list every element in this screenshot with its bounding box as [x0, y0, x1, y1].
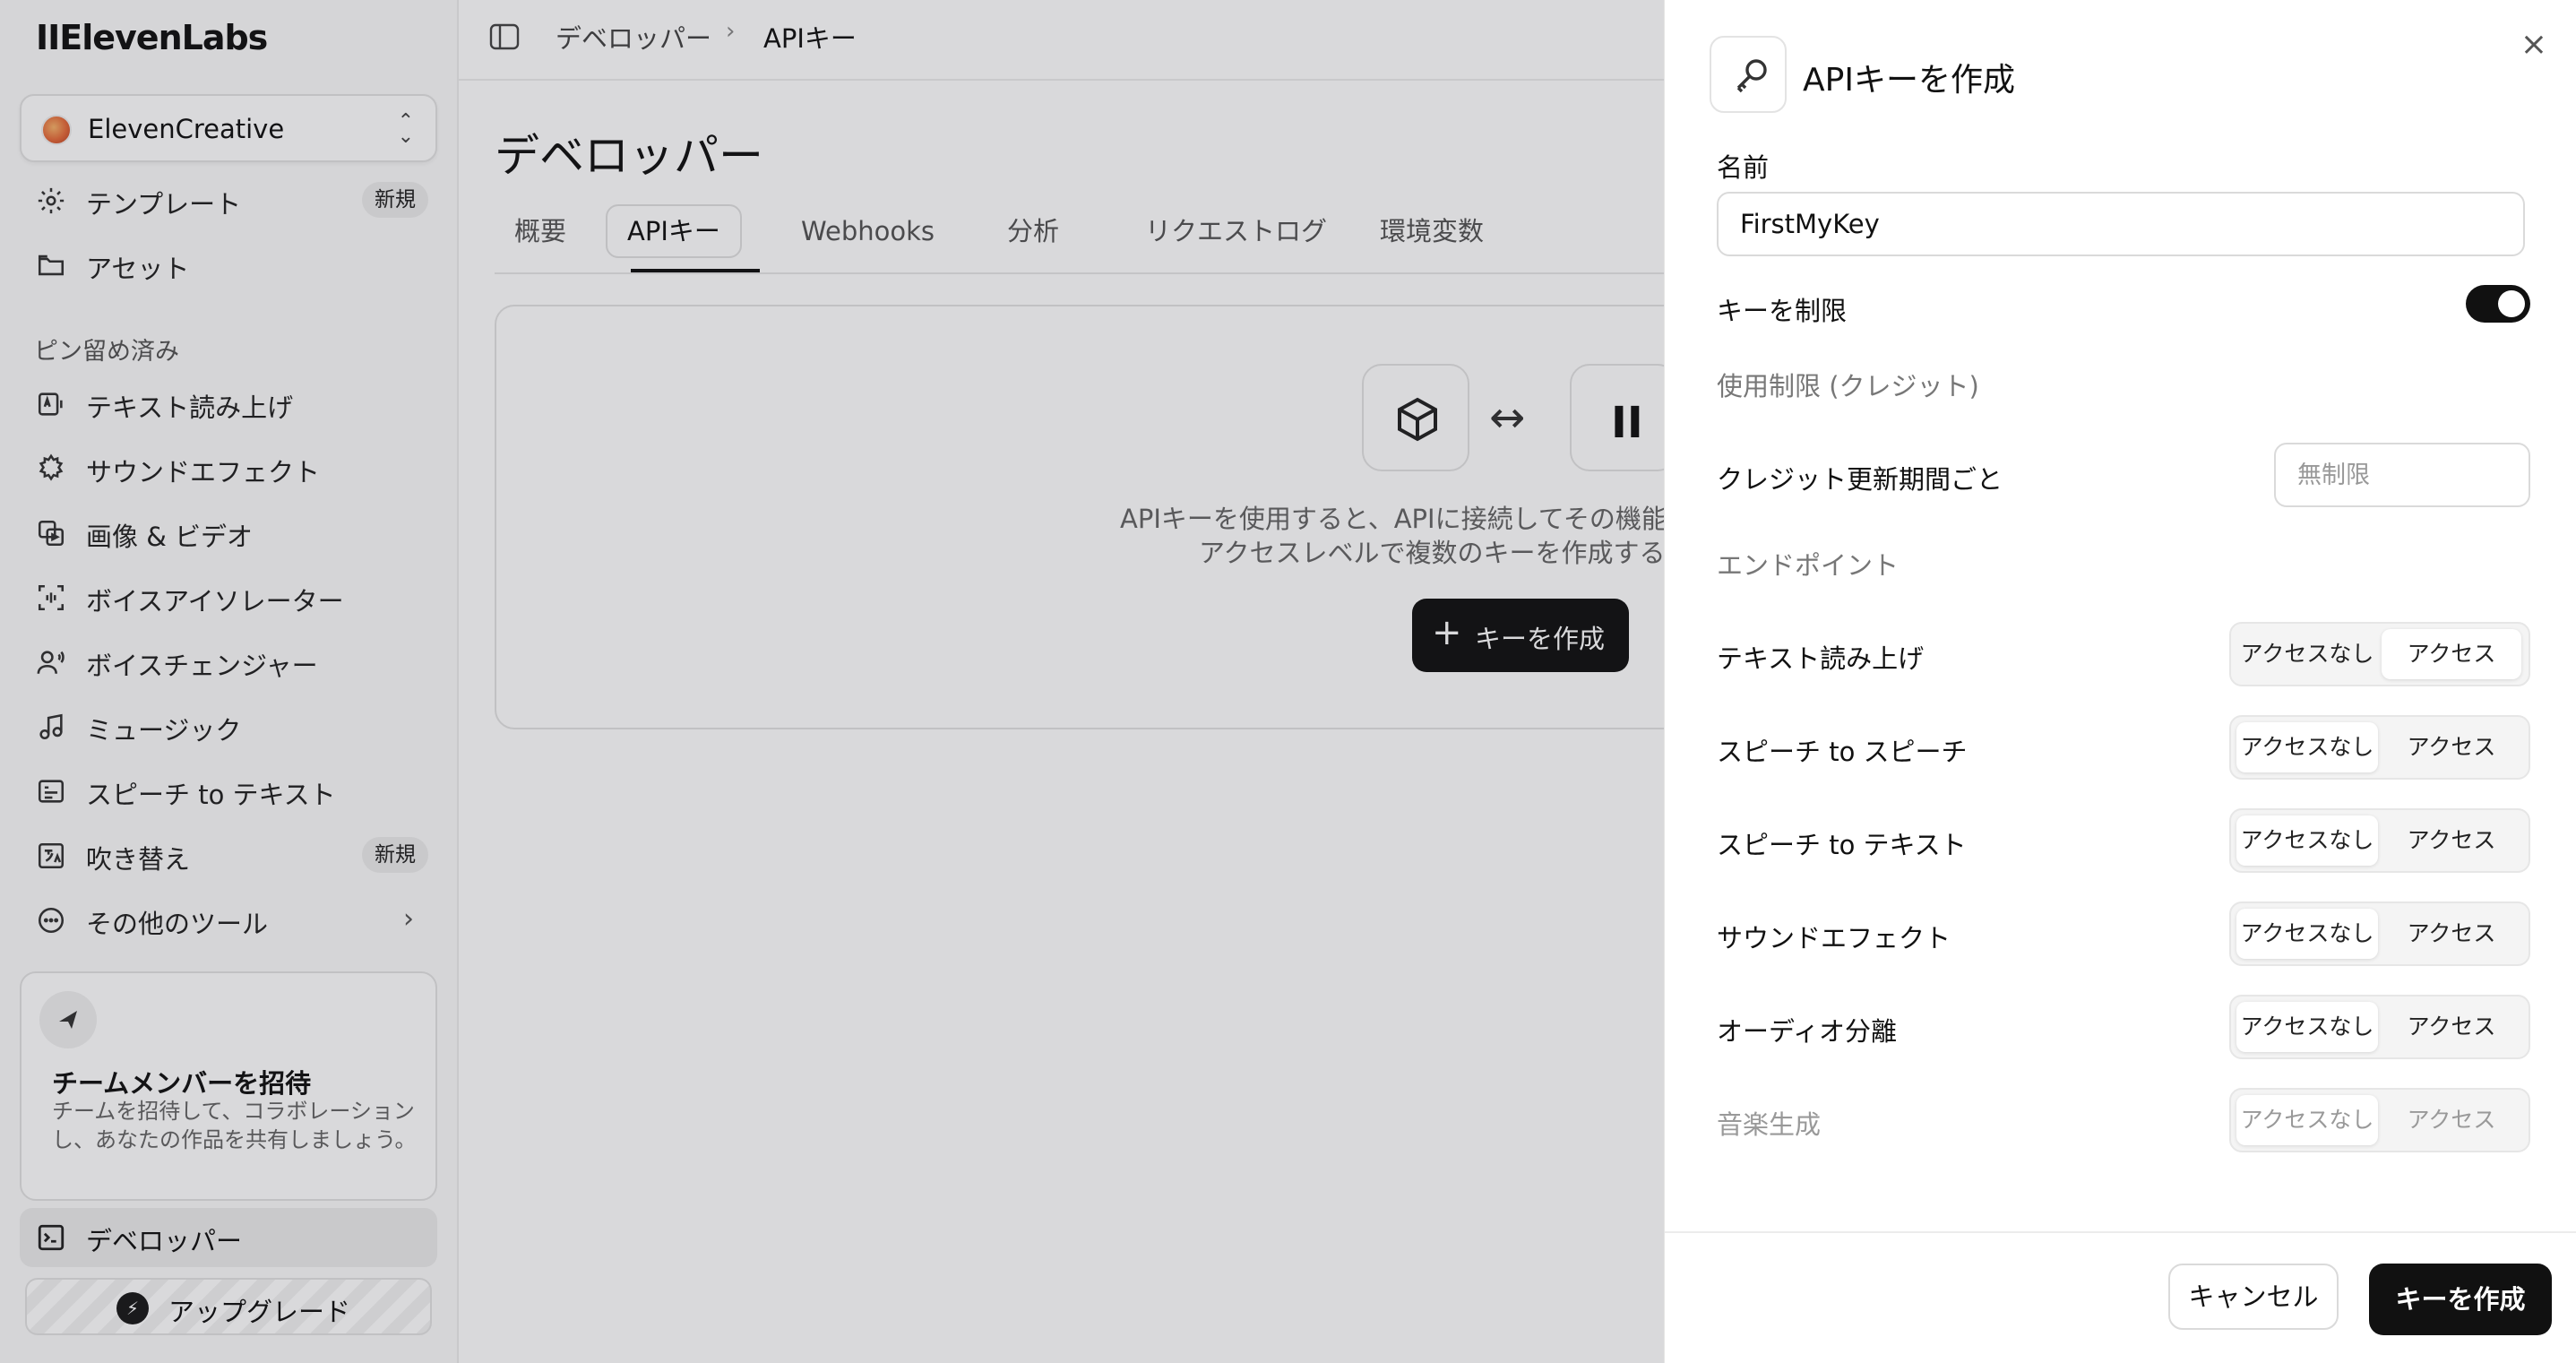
access-option[interactable]: アクセス [2382, 1002, 2521, 1052]
access-option[interactable]: アクセス [2382, 629, 2521, 679]
no-access-option[interactable]: アクセスなし [2236, 815, 2378, 866]
endpoint-label: テキスト読み上げ [1717, 643, 1925, 674]
endpoint-access-toggle: アクセスなし アクセス [2229, 622, 2530, 686]
endpoint-label: サウンドエフェクト [1717, 923, 1951, 953]
access-option[interactable]: アクセス [2382, 909, 2521, 959]
key-icon [1710, 36, 1787, 113]
access-option[interactable]: アクセス [2382, 1095, 2521, 1145]
endpoint-label: スピーチ to テキスト [1717, 830, 1967, 860]
dialog-title: APIキーを作成 [1803, 62, 2015, 99]
credit-period-label: クレジット更新期間ごと [1717, 464, 2003, 495]
key-name-input[interactable] [1717, 192, 2525, 256]
create-api-key-dialog: APIキーを作成 × 名前 キーを制限 使用制限 (クレジット) クレジット更新… [1664, 0, 2576, 1363]
footer-divider [1665, 1231, 2576, 1233]
endpoint-access-toggle: アクセスなし アクセス [2229, 715, 2530, 780]
name-label: 名前 [1717, 152, 1770, 183]
modal-backdrop[interactable] [0, 0, 1664, 1363]
endpoint-access-toggle: アクセスなし アクセス [2229, 995, 2530, 1059]
no-access-option[interactable]: アクセスなし [2236, 909, 2378, 959]
restrict-key-toggle[interactable] [2466, 285, 2530, 323]
access-option[interactable]: アクセス [2382, 815, 2521, 866]
restrict-key-label: キーを制限 [1717, 296, 1848, 326]
endpoint-label: 音楽生成 [1717, 1109, 1822, 1140]
no-access-option[interactable]: アクセスなし [2236, 1095, 2378, 1145]
close-icon[interactable]: × [2516, 27, 2552, 63]
usage-limit-label: 使用制限 (クレジット) [1717, 371, 1979, 401]
endpoint-label: スピーチ to スピーチ [1717, 737, 1968, 767]
endpoint-access-toggle: アクセスなし アクセス [2229, 808, 2530, 873]
no-access-option[interactable]: アクセスなし [2236, 722, 2378, 772]
endpoint-access-toggle: アクセスなし アクセス [2229, 1088, 2530, 1152]
endpoint-label: オーディオ分離 [1717, 1016, 1897, 1047]
toggle-knob [2498, 290, 2525, 317]
no-access-option[interactable]: アクセスなし [2236, 629, 2378, 679]
endpoint-access-toggle: アクセスなし アクセス [2229, 901, 2530, 966]
create-key-submit-button[interactable]: キーを作成 [2369, 1264, 2552, 1335]
access-option[interactable]: アクセス [2382, 722, 2521, 772]
no-access-option[interactable]: アクセスなし [2236, 1002, 2378, 1052]
credit-limit-input[interactable] [2274, 443, 2530, 507]
cancel-button[interactable]: キャンセル [2168, 1264, 2339, 1330]
endpoints-label: エンドポイント [1717, 550, 1900, 581]
